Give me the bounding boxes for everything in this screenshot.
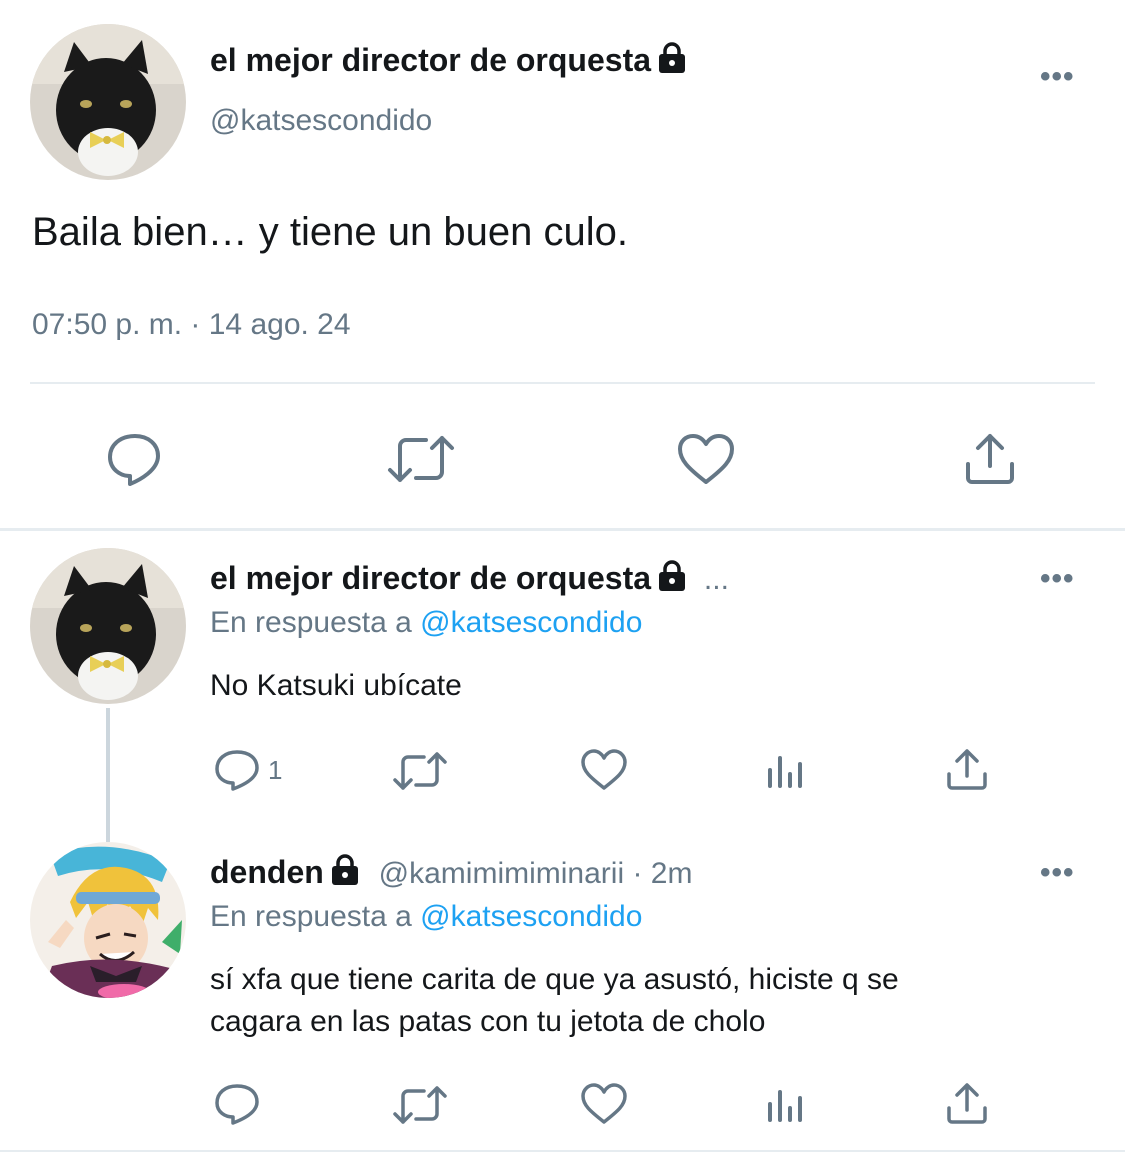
- reply-prefix: En respuesta a: [210, 606, 412, 639]
- reply-icon[interactable]: [214, 1082, 260, 1126]
- retweet-icon[interactable]: [392, 750, 448, 792]
- lock-icon: [657, 42, 687, 82]
- more-icon[interactable]: •••: [1040, 856, 1075, 890]
- main-timestamp[interactable]: 07:50 p. m. · 14 ago. 24: [32, 308, 351, 342]
- main-handle[interactable]: @katsescondido: [210, 104, 432, 138]
- bottom-divider: [0, 1150, 1125, 1152]
- main-display-name-text: el mejor director de orquesta: [210, 42, 652, 78]
- main-display-name[interactable]: el mejor director de orquesta: [210, 42, 687, 82]
- reply1-avatar[interactable]: [30, 548, 186, 704]
- section-divider: [0, 528, 1125, 531]
- reply2-handle-time[interactable]: @kamimimiminarii · 2m: [379, 857, 693, 890]
- more-icon[interactable]: •••: [1040, 60, 1075, 94]
- divider: [30, 382, 1095, 384]
- reply1-display-name[interactable]: el mejor director de orquesta ...: [210, 560, 729, 600]
- main-tweet-text: Baila bien… y tiene un buen culo.: [32, 210, 628, 254]
- reply-button[interactable]: 1: [214, 748, 282, 792]
- like-icon[interactable]: [676, 432, 736, 486]
- analytics-icon[interactable]: [766, 1086, 806, 1124]
- reply2-avatar[interactable]: [30, 842, 186, 998]
- share-icon[interactable]: [962, 430, 1018, 486]
- reply1-ellipsis: ...: [703, 563, 729, 596]
- reply-icon: [214, 748, 260, 792]
- reply2-display-name[interactable]: denden @kamimimiminarii · 2m: [210, 854, 692, 894]
- reply1-reply-to: En respuesta a @katsescondido: [210, 606, 642, 640]
- main-avatar[interactable]: [30, 24, 186, 180]
- reply2-display-name-text: denden: [210, 854, 324, 890]
- reply-count: 1: [268, 754, 283, 785]
- lock-icon: [657, 560, 687, 600]
- like-icon[interactable]: [580, 1082, 628, 1126]
- reply2-reply-to: En respuesta a @katsescondido: [210, 900, 642, 934]
- reply2-text-line2: cagara en las patas con tu jetota de cho…: [210, 1005, 766, 1038]
- share-icon[interactable]: [944, 746, 990, 792]
- like-icon[interactable]: [580, 748, 628, 792]
- reply-prefix: En respuesta a: [210, 900, 412, 933]
- analytics-icon[interactable]: [766, 752, 806, 790]
- retweet-icon[interactable]: [392, 1084, 448, 1126]
- reply-icon[interactable]: [106, 430, 164, 488]
- more-icon[interactable]: •••: [1040, 562, 1075, 596]
- reply2-text-line1: sí xfa que tiene carita de que ya asustó…: [210, 963, 899, 996]
- retweet-icon[interactable]: [386, 432, 456, 486]
- share-icon[interactable]: [944, 1080, 990, 1126]
- lock-icon: [330, 854, 360, 894]
- thread-line: [106, 708, 110, 842]
- reply-mention-link[interactable]: @katsescondido: [420, 900, 642, 933]
- reply-mention-link[interactable]: @katsescondido: [420, 606, 642, 639]
- reply1-text: No Katsuki ubícate: [210, 669, 462, 702]
- reply1-display-name-text: el mejor director de orquesta: [210, 560, 652, 596]
